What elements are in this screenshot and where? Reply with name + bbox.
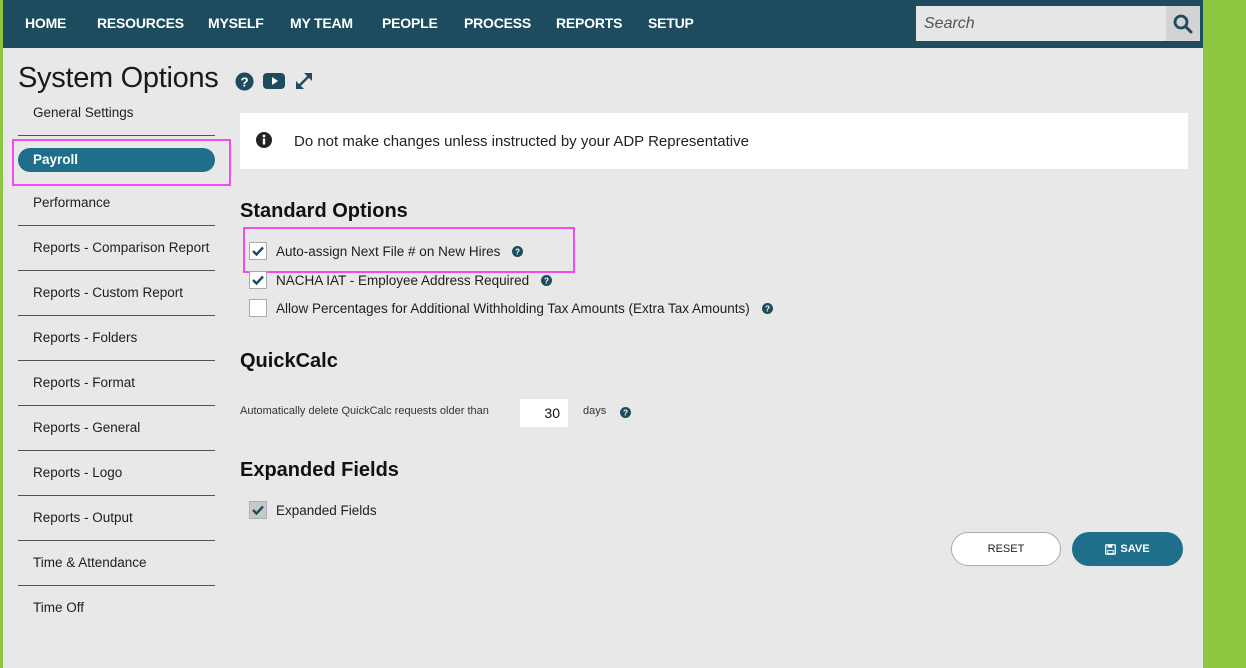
top-navigation-bar: HOME RESOURCES MYSELF MY TEAM PEOPLE PRO…	[3, 0, 1203, 48]
option-allow-percentages: Allow Percentages for Additional Withhol…	[249, 298, 773, 318]
sidebar-item-label: Payroll	[33, 152, 79, 167]
sidebar-item-reports-logo[interactable]: Reports - Logo	[18, 452, 215, 496]
sidebar-item-reports-comparison-report[interactable]: Reports - Comparison Report	[18, 227, 215, 271]
checkbox-expanded-fields[interactable]	[249, 501, 267, 519]
reset-button[interactable]: RESET	[951, 532, 1061, 566]
sidebar-item-reports-custom-report[interactable]: Reports - Custom Report	[18, 272, 215, 316]
nav-resources[interactable]: RESOURCES	[97, 0, 184, 48]
checkmark-icon	[252, 246, 264, 256]
page-title: System Options	[18, 62, 219, 94]
sidebar-item-label: Reports - Comparison Report	[33, 240, 210, 255]
sidebar-item-label: Reports - Format	[33, 375, 136, 390]
info-text: Do not make changes unless instructed by…	[294, 133, 749, 150]
title-icons: ?	[235, 71, 314, 91]
svg-text:?: ?	[240, 74, 248, 89]
sidebar-item-label: Performance	[33, 195, 111, 210]
help-icon[interactable]: ?	[761, 302, 773, 314]
nav-my-team[interactable]: MY TEAM	[290, 0, 353, 48]
option-label: Auto-assign Next File # on New Hires	[276, 243, 501, 259]
save-button-label: SAVE	[1120, 543, 1150, 555]
save-icon	[1105, 543, 1117, 555]
nav-myself[interactable]: MYSELF	[208, 0, 264, 48]
search-icon	[1173, 14, 1193, 33]
app-window: HOME RESOURCES MYSELF MY TEAM PEOPLE PRO…	[3, 0, 1203, 668]
option-label: Allow Percentages for Additional Withhol…	[276, 300, 750, 316]
help-icon[interactable]: ?	[620, 405, 631, 423]
sidebar-item-label: Time & Attendance	[33, 555, 147, 570]
quickcalc-label: Automatically delete QuickCalc requests …	[240, 405, 489, 417]
help-circle-icon[interactable]: ?	[235, 71, 254, 91]
sidebar-item-label: Reports - Output	[33, 510, 133, 525]
checkmark-icon	[252, 275, 264, 285]
option-nacha-iat: NACHA IAT - Employee Address Required ?	[249, 270, 553, 290]
expand-icon[interactable]	[294, 71, 314, 91]
help-icon[interactable]: ?	[541, 274, 553, 286]
info-icon	[256, 132, 272, 148]
nav-people[interactable]: PEOPLE	[382, 0, 438, 48]
section-title-quickcalc: QuickCalc	[240, 350, 338, 372]
sidebar-item-performance[interactable]: Performance	[18, 182, 215, 226]
reset-button-label: RESET	[987, 543, 1025, 555]
sidebar-item-time-attendance[interactable]: Time & Attendance	[18, 542, 215, 586]
option-auto-assign: Auto-assign Next File # on New Hires ?	[249, 241, 524, 261]
checkbox-nacha-iat[interactable]	[249, 271, 267, 289]
help-icon[interactable]: ?	[512, 245, 524, 257]
sidebar-item-reports-general[interactable]: Reports - General	[18, 407, 215, 451]
search-button[interactable]	[1166, 6, 1200, 41]
svg-text:?: ?	[623, 409, 628, 418]
option-label: Expanded Fields	[276, 502, 377, 518]
quickcalc-unit: days	[583, 405, 607, 417]
sidebar-item-label: Reports - Custom Report	[33, 285, 184, 300]
sidebar-item-label: Reports - General	[33, 420, 141, 435]
sidebar-item-label: General Settings	[33, 105, 134, 120]
sidebar-item-label: Time Off	[33, 600, 85, 615]
nav-home[interactable]: HOME	[25, 0, 66, 48]
svg-text:?: ?	[765, 304, 770, 313]
nav-process[interactable]: PROCESS	[464, 0, 531, 48]
search-box	[916, 6, 1200, 41]
section-title-expanded-fields: Expanded Fields	[240, 459, 399, 481]
svg-text:?: ?	[515, 247, 520, 256]
sidebar-item-reports-folders[interactable]: Reports - Folders	[18, 317, 215, 361]
quickcalc-days-input[interactable]	[520, 399, 568, 427]
youtube-icon[interactable]	[263, 73, 285, 89]
checkbox-auto-assign[interactable]	[249, 242, 267, 260]
checkmark-icon	[252, 505, 264, 515]
svg-text:?: ?	[544, 276, 549, 285]
section-title-standard-options: Standard Options	[240, 200, 408, 222]
sidebar-item-label: Reports - Folders	[33, 330, 138, 345]
info-banner: Do not make changes unless instructed by…	[240, 113, 1188, 169]
sidebar-item-label: Reports - Logo	[33, 465, 123, 480]
option-label: NACHA IAT - Employee Address Required	[276, 272, 530, 288]
nav-setup[interactable]: SETUP	[648, 0, 694, 48]
sidebar-item-general-settings[interactable]: General Settings	[18, 92, 215, 136]
sidebar-item-reports-output[interactable]: Reports - Output	[18, 497, 215, 541]
sidebar-item-time-off[interactable]: Time Off	[18, 587, 215, 631]
option-expanded-fields: Expanded Fields	[249, 500, 377, 520]
sidebar-item-reports-format[interactable]: Reports - Format	[18, 362, 215, 406]
search-input[interactable]	[916, 6, 1166, 41]
nav-reports[interactable]: REPORTS	[556, 0, 622, 48]
checkbox-allow-percentages[interactable]	[249, 299, 267, 317]
save-button[interactable]: SAVE	[1072, 532, 1183, 566]
sidebar-item-payroll-pill[interactable]: Payroll	[18, 148, 215, 172]
